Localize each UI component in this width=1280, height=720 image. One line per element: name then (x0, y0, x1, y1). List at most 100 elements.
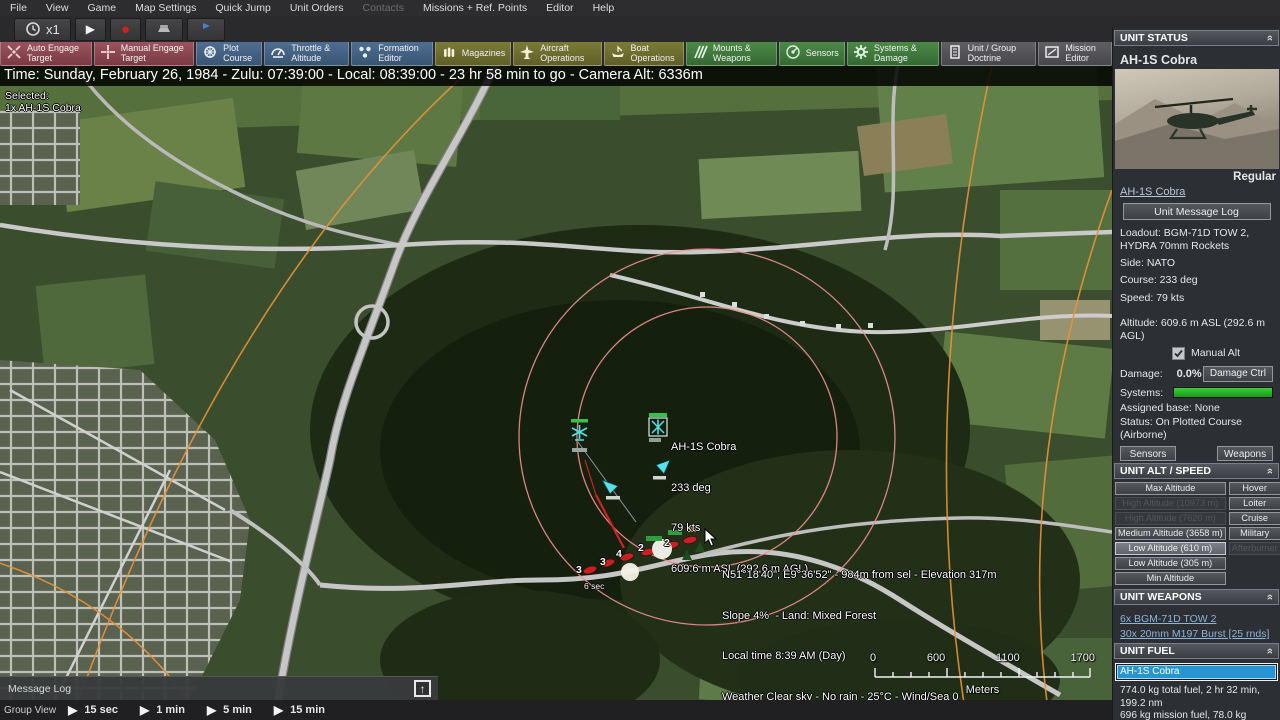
ref-point-button[interactable] (187, 17, 226, 41)
speed-cruise-button[interactable]: Cruise (1228, 512, 1280, 526)
magazines-button[interactable]: Magazines (434, 40, 512, 66)
mission-editor-button[interactable]: Mission Editor (1038, 40, 1112, 66)
record-icon: ● (120, 20, 131, 38)
boat-icon (610, 44, 626, 62)
play-icon: ▶ (273, 703, 284, 717)
camera-icon (156, 21, 172, 37)
boat-operations-button[interactable]: Boat Operations (603, 40, 684, 66)
time-compression-value: x1 (46, 21, 60, 37)
camera-button[interactable] (145, 17, 184, 41)
alt-medium-button[interactable]: Medium Altitude (3658 m) (1115, 527, 1226, 541)
clock-icon (25, 21, 41, 37)
flag-icon (198, 21, 214, 37)
alt-low305-button[interactable]: Low Altitude (305 m) (1115, 557, 1226, 571)
systems-label: Systems: (1120, 386, 1164, 399)
step-1min-button[interactable]: ▶ 1 min (140, 703, 185, 717)
record-button[interactable]: ● (109, 17, 142, 41)
unit-status-header[interactable]: UNIT STATUS » (1114, 30, 1279, 46)
menu-missions-ref-points[interactable]: Missions + Ref. Points (423, 2, 527, 14)
menu-unit-orders[interactable]: Unit Orders (290, 2, 344, 14)
manual-alt-checkbox[interactable] (1172, 346, 1185, 360)
unit-fuel-header[interactable]: UNIT FUEL » (1114, 643, 1279, 660)
play-icon: ▶ (139, 703, 150, 717)
manual-alt-label: Manual Alt (1191, 347, 1241, 360)
alt-speed-grid: Max Altitude High Altitude (10973 m) Hig… (1113, 479, 1280, 587)
step-5min-button[interactable]: ▶ 5 min (207, 703, 252, 717)
unit-link[interactable]: AH-1S Cobra (1120, 183, 1273, 200)
weapon-link-20mm[interactable]: 30x 20mm M197 Burst [25 rnds] (1120, 628, 1273, 640)
plot-course-button[interactable]: Plot Course (196, 40, 263, 66)
collapse-icon[interactable]: » (1264, 648, 1276, 654)
fuel-unit-list: AH-1S Cobra (1115, 663, 1278, 682)
menu-file[interactable]: File (10, 2, 27, 14)
sensors-panel-button[interactable]: Sensors (1120, 446, 1176, 462)
speed-afterburner-button: Afterburner (1228, 542, 1280, 556)
aircraft-operations-button[interactable]: Aircraft Operations (513, 40, 602, 66)
manual-alt-row: Manual Alt (1172, 346, 1273, 360)
menu-map-settings[interactable]: Map Settings (135, 2, 196, 14)
collapse-icon[interactable]: » (1264, 35, 1276, 41)
selected-label: Selected: (5, 90, 49, 102)
alt-max-button[interactable]: Max Altitude (1115, 482, 1226, 496)
tooltip-coords: N51°18'40", E9°36'52" - 984m from sel - … (722, 569, 997, 581)
message-log-bar[interactable]: Message Log ↑ (0, 676, 438, 700)
unit-label-course: 233 deg (671, 481, 711, 494)
manual-engage-target-button[interactable]: Manual Engage Target (93, 40, 195, 66)
gauge-icon (270, 44, 286, 62)
play-icon: ▶ (85, 22, 95, 36)
group-count: 2 (664, 537, 670, 549)
damage-value: 0.0% (1176, 367, 1202, 380)
alt-min-button[interactable]: Min Altitude (1115, 572, 1226, 586)
menu-help[interactable]: Help (593, 2, 615, 14)
up-arrow-icon: ↑ (419, 682, 426, 696)
throttle-altitude-button[interactable]: Throttle & Altitude (264, 40, 350, 66)
weapons-panel-button[interactable]: Weapons (1217, 446, 1273, 462)
step-15sec-button[interactable]: ▶ 15 sec (68, 703, 118, 717)
map-viewport[interactable]: Time: Sunday, February 26, 1984 - Zulu: … (0, 40, 1112, 700)
mounts-icon (692, 44, 708, 62)
sensors-button[interactable]: Sensors (778, 40, 845, 66)
group-view-toggle[interactable]: Group View (4, 705, 56, 716)
auto-engage-target-button[interactable]: Auto Engage Target (0, 40, 92, 66)
speed-loiter-button[interactable]: Loiter (1228, 497, 1280, 511)
collapse-icon[interactable]: » (1264, 594, 1276, 600)
weapon-link-tow[interactable]: 6x BGM-71D TOW 2 (1120, 613, 1273, 625)
unit-label-speed: 79 kts (671, 522, 701, 534)
mouse-cursor (704, 527, 718, 553)
unit-weapons-header[interactable]: UNIT WEAPONS » (1114, 589, 1279, 606)
status-text: Status: On Plotted Course (Airborne) (1120, 416, 1242, 442)
menu-quick-jump[interactable]: Quick Jump (215, 2, 270, 14)
speed-military-button[interactable]: Military (1228, 527, 1280, 541)
menu-view[interactable]: View (46, 2, 69, 14)
time-compression-button[interactable]: x1 (14, 17, 71, 41)
menu-contacts: Contacts (362, 2, 404, 14)
play-button[interactable]: ▶ (74, 17, 106, 41)
systems-damage-button[interactable]: Systems & Damage (846, 40, 939, 66)
menu-editor[interactable]: Editor (546, 2, 573, 14)
step-15min-button[interactable]: ▶ 15 min (274, 703, 325, 717)
time-step-bar: Group View ▶ 15 sec ▶ 1 min ▶ 5 min ▶ 15… (0, 700, 1112, 720)
time-bar: Time: Sunday, February 26, 1984 - Zulu: … (0, 64, 1112, 86)
tooltip-terrain: Slope 4% - Land: Mixed Forest (722, 609, 877, 622)
unit-alt-speed-header[interactable]: UNIT ALT / SPEED » (1114, 463, 1279, 480)
menu-game[interactable]: Game (88, 2, 117, 14)
damage-row: Damage: 0.0% Damage Ctrl (1120, 365, 1273, 382)
formation-editor-button[interactable]: Formation Editor (351, 40, 433, 66)
unit-message-log-button[interactable]: Unit Message Log (1122, 203, 1271, 220)
manual-engage-icon (100, 44, 116, 62)
alt-low610-button[interactable]: Low Altitude (610 m) (1115, 542, 1226, 556)
collapse-icon[interactable]: » (1264, 468, 1276, 474)
friendly-unit-symbol[interactable] (566, 419, 594, 458)
unit-group-doctrine-button[interactable]: Unit / Group Doctrine (940, 40, 1037, 66)
fuel-unit-selected[interactable]: AH-1S Cobra (1117, 665, 1276, 680)
mounts-weapons-button[interactable]: Mounts & Weapons (685, 40, 777, 66)
damage-ctrl-button[interactable]: Damage Ctrl (1202, 365, 1273, 382)
scale-tick-label: 1700 (1070, 652, 1095, 664)
scale-tick-label: 600 (926, 652, 946, 664)
group-count: 3 (576, 564, 582, 576)
message-log-expand-button[interactable]: ↑ (414, 680, 431, 697)
contact-symbol[interactable] (600, 478, 626, 505)
selected-unit-symbol[interactable] (648, 413, 670, 450)
unit-label-name: AH-1S Cobra (671, 441, 737, 453)
speed-hover-button[interactable]: Hover (1228, 482, 1280, 496)
